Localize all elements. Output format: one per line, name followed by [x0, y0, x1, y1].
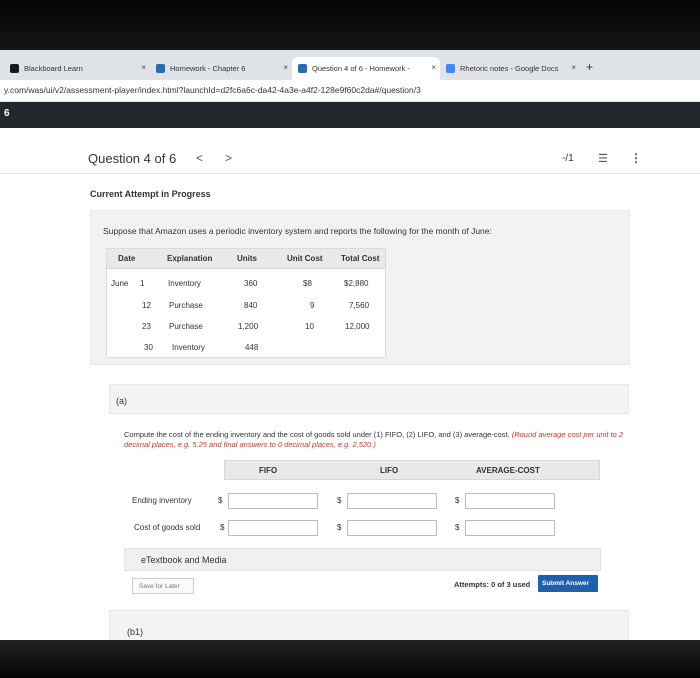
units-cell: 1,200 — [238, 322, 259, 331]
problem-card: Suppose that Amazon uses a periodic inve… — [90, 210, 630, 365]
question-header: Question 4 of 6 < > -/1 ☰ ⋮ — [0, 128, 700, 174]
currency-symbol: $ — [218, 496, 223, 505]
currency-symbol: $ — [337, 523, 342, 532]
tab-strip: Blackboard Learn × Homework - Chapter 6 … — [0, 50, 700, 80]
total-cost-cell: 12,000 — [345, 322, 370, 331]
lifo-ending-inventory-input[interactable] — [347, 493, 437, 509]
tab-question[interactable]: Question 4 of 6 - Homework - × — [292, 57, 440, 80]
column-header: Explanation — [167, 254, 213, 263]
date-day: 30 — [144, 343, 153, 352]
units-cell: 840 — [244, 301, 258, 310]
total-cost-cell: $2,880 — [344, 279, 369, 288]
date-day: 12 — [142, 301, 151, 310]
close-icon[interactable]: × — [141, 63, 146, 72]
explanation-cell: Inventory — [168, 279, 201, 288]
column-header: Date — [118, 254, 136, 263]
chevron-left-icon[interactable]: < — [196, 151, 203, 165]
part-b-header: (b1) — [109, 610, 629, 640]
close-icon[interactable]: × — [283, 63, 288, 72]
units-cell: 448 — [245, 343, 259, 352]
total-cost-cell: 7,560 — [349, 301, 370, 310]
unit-cost-cell: 9 — [310, 301, 315, 310]
column-header: Unit Cost — [287, 254, 323, 263]
part-a-instructions: Compute the cost of the ending inventory… — [124, 430, 624, 450]
attempt-status: Current Attempt in Progress — [90, 189, 211, 199]
wiley-icon — [156, 64, 165, 73]
row-label-ending-inventory: Ending inventory — [132, 496, 192, 505]
column-header: Units — [237, 254, 257, 263]
save-for-later-button[interactable]: Save for Later — [132, 578, 194, 594]
date-day: 23 — [142, 322, 151, 331]
fifo-cogs-input[interactable] — [228, 520, 318, 536]
column-header-lifo: LIFO — [380, 466, 399, 475]
tab-blackboard[interactable]: Blackboard Learn × — [4, 57, 150, 80]
new-tab-icon[interactable]: + — [586, 60, 593, 74]
currency-symbol: $ — [455, 496, 460, 505]
table-header: Date Explanation Units Unit Cost Total C… — [107, 249, 385, 269]
answer-table-header: FIFO LIFO AVERAGE-COST — [224, 460, 600, 480]
url-text[interactable]: y.com/was/ui/v2/assessment-player/index.… — [4, 85, 421, 95]
row-label-cost-of-goods-sold: Cost of goods sold — [134, 523, 201, 532]
question-nav-strip: 6 — [0, 102, 700, 128]
unit-cost-cell: 10 — [305, 322, 314, 331]
units-cell: 360 — [244, 279, 258, 288]
tab-google-docs[interactable]: Rhetoric notes - Google Docs × — [440, 57, 580, 80]
close-icon[interactable]: × — [431, 63, 436, 72]
more-icon[interactable]: ⋮ — [630, 151, 642, 165]
column-header-average: AVERAGE-COST — [476, 466, 540, 475]
explanation-cell: Purchase — [169, 301, 203, 310]
submit-answer-button[interactable]: Submit Answer — [538, 575, 598, 592]
address-bar[interactable]: y.com/was/ui/v2/assessment-player/index.… — [0, 80, 700, 102]
date-month: June — [111, 279, 129, 288]
inventory-table: Date Explanation Units Unit Cost Total C… — [106, 248, 386, 358]
problem-statement: Suppose that Amazon uses a periodic inve… — [103, 226, 492, 236]
close-icon[interactable]: × — [571, 63, 576, 72]
currency-symbol: $ — [220, 523, 225, 532]
score-label: -/1 — [562, 153, 574, 164]
currency-symbol: $ — [337, 496, 342, 505]
explanation-cell: Purchase — [169, 322, 203, 331]
chevron-right-icon[interactable]: > — [225, 151, 232, 165]
browser-window: Blackboard Learn × Homework - Chapter 6 … — [0, 50, 700, 640]
tab-label: Question 4 of 6 - Homework - — [312, 64, 410, 73]
tab-homework-chapter[interactable]: Homework - Chapter 6 × — [150, 57, 292, 80]
question-title: Question 4 of 6 — [88, 151, 177, 166]
explanation-cell: Inventory — [172, 343, 205, 352]
blackboard-icon — [10, 64, 19, 73]
device-bezel-top — [0, 0, 700, 50]
tab-label: Homework - Chapter 6 — [170, 64, 246, 73]
tab-label: Rhetoric notes - Google Docs — [460, 64, 559, 73]
part-b-label: (b1) — [127, 627, 144, 637]
attempts-counter: Attempts: 0 of 3 used — [454, 580, 531, 589]
fifo-ending-inventory-input[interactable] — [228, 493, 318, 509]
currency-symbol: $ — [455, 523, 460, 532]
docs-icon — [446, 64, 455, 73]
question-count: 6 — [4, 108, 10, 119]
instruction-text: Compute the cost of the ending inventory… — [124, 430, 510, 439]
tab-label: Blackboard Learn — [24, 64, 83, 73]
column-header-fifo: FIFO — [259, 466, 278, 475]
wiley-icon — [298, 64, 307, 73]
average-ending-inventory-input[interactable] — [465, 493, 555, 509]
date-day: 1 — [140, 279, 145, 288]
etextbook-link[interactable]: eTextbook and Media — [124, 548, 601, 571]
list-icon[interactable]: ☰ — [598, 152, 608, 165]
column-header: Total Cost — [341, 254, 380, 263]
lifo-cogs-input[interactable] — [347, 520, 437, 536]
unit-cost-cell: $8 — [303, 279, 312, 288]
etextbook-label: eTextbook and Media — [141, 555, 227, 565]
part-a-label: (a) — [116, 396, 127, 406]
part-a-header: (a) — [109, 384, 629, 414]
average-cogs-input[interactable] — [465, 520, 555, 536]
device-bezel-bottom — [0, 640, 700, 678]
answer-table: FIFO LIFO AVERAGE-COST Ending inventory … — [124, 460, 601, 538]
